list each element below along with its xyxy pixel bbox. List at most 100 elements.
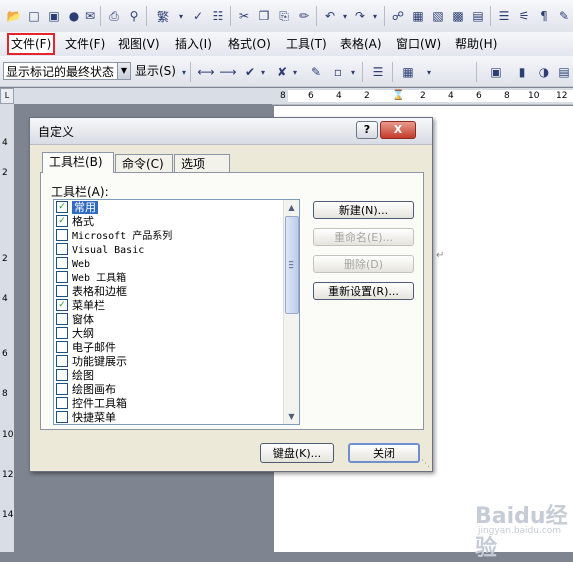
- delete-toolbar-button[interactable]: 删除(D): [313, 255, 414, 273]
- reviewing-pane-icon[interactable]: ▦: [398, 62, 418, 82]
- open-folder-icon[interactable]: 📂: [4, 6, 24, 26]
- toolbar-list-item[interactable]: 控件工具箱: [56, 397, 283, 411]
- color-icon[interactable]: ◑: [534, 62, 554, 82]
- toolbar-list-item[interactable]: 绘图: [56, 369, 283, 383]
- show-button[interactable]: 显示(S): [135, 62, 176, 80]
- copy-icon[interactable]: ❐: [254, 6, 274, 26]
- listbox-scrollbar[interactable]: ▲ ━ ━ ━ ▼: [283, 200, 299, 424]
- tab-toolbars[interactable]: 工具栏(B): [42, 152, 114, 173]
- new-toolbar-button[interactable]: 新建(N)...: [313, 201, 414, 219]
- rename-toolbar-button[interactable]: 重命名(E)...: [313, 228, 414, 246]
- dialog-close-button[interactable]: 关闭: [348, 443, 420, 463]
- vertical-ruler[interactable]: 4 2 2 4 6 8 10 12 14: [0, 104, 15, 552]
- menu-table[interactable]: 表格(A): [340, 35, 382, 53]
- show-hide-icon[interactable]: ¶: [534, 6, 554, 26]
- tab-commands[interactable]: 命令(C): [115, 154, 173, 172]
- drawing-icon[interactable]: ☰: [494, 6, 514, 26]
- dialog-titlebar[interactable]: 自定义 ? X: [30, 118, 432, 145]
- reset-toolbar-button[interactable]: 重新设置(R)...: [313, 282, 414, 300]
- cut-icon[interactable]: ✂: [234, 6, 254, 26]
- resize-grip-icon[interactable]: ⋱: [421, 459, 430, 469]
- close-button[interactable]: X: [380, 121, 416, 139]
- checkbox-icon[interactable]: [56, 355, 68, 367]
- checkbox-checked-icon[interactable]: ✓: [56, 299, 68, 311]
- accept-change-icon[interactable]: ✔: [240, 62, 260, 82]
- highlight-icon[interactable]: ▫: [328, 62, 348, 82]
- insert-comment-icon[interactable]: ✎: [306, 62, 326, 82]
- checkbox-icon[interactable]: [56, 257, 68, 269]
- keyboard-button[interactable]: 键盘(K)...: [260, 443, 334, 463]
- tables-and-borders-icon[interactable]: ▦: [408, 6, 428, 26]
- checkbox-checked-icon[interactable]: ✓: [56, 215, 68, 227]
- toolbar-options-icon[interactable]: ▾: [424, 62, 434, 82]
- scroll-down-icon[interactable]: ▼: [284, 409, 299, 424]
- insert-excel-icon[interactable]: ▩: [448, 6, 468, 26]
- reject-change-icon[interactable]: ✘: [272, 62, 292, 82]
- markup-display-combo[interactable]: 显示标记的最终状态 ▼: [3, 62, 131, 80]
- menu-help[interactable]: 帮助(H): [455, 35, 497, 53]
- menu-view[interactable]: 视图(V): [118, 35, 160, 53]
- checkbox-icon[interactable]: [56, 285, 68, 297]
- new-document-icon[interactable]: □: [24, 6, 44, 26]
- checkbox-icon[interactable]: [56, 327, 68, 339]
- chevron-down-icon[interactable]: ▾: [290, 62, 300, 82]
- chevron-down-icon[interactable]: ▾: [348, 62, 358, 82]
- toolbar-list-item[interactable]: Web 工具箱: [56, 271, 283, 285]
- frames-icon[interactable]: ▮: [512, 62, 532, 82]
- checkbox-icon[interactable]: [56, 369, 68, 381]
- columns-icon[interactable]: ▤: [468, 6, 488, 26]
- checkbox-icon[interactable]: [56, 341, 68, 353]
- toolbars-listbox[interactable]: ✓ 常用 ✓ 格式 Microsoft 产品系列 Visual Basic Web Web 工…: [53, 199, 300, 425]
- checkbox-icon[interactable]: [56, 243, 68, 255]
- scrollbar-thumb[interactable]: ━ ━ ━: [285, 216, 299, 314]
- toolbar-list-item[interactable]: 表格和边框: [56, 285, 283, 299]
- chevron-down-icon[interactable]: ▼: [117, 63, 130, 79]
- toolbar-list-item[interactable]: ✓ 格式: [56, 215, 283, 229]
- indent-marker-icon[interactable]: ⌛: [392, 90, 404, 102]
- paste-icon[interactable]: ⎘: [274, 6, 294, 26]
- menu-format[interactable]: 格式(O): [228, 35, 271, 53]
- menu-file-highlighted[interactable]: 文件(F): [6, 33, 56, 55]
- next-change-icon[interactable]: ⟶: [218, 62, 238, 82]
- previous-change-icon[interactable]: ⟷: [196, 62, 216, 82]
- picture-icon[interactable]: ▣: [486, 62, 506, 82]
- toolbar-list-item[interactable]: 窗体: [56, 313, 283, 327]
- chevron-down-icon[interactable]: ▾: [179, 62, 189, 82]
- document-map-icon[interactable]: ⚟: [514, 6, 534, 26]
- insert-table-icon[interactable]: ▧: [428, 6, 448, 26]
- chevron-down-icon[interactable]: ▾: [258, 62, 268, 82]
- print-icon[interactable]: ⎙: [104, 6, 124, 26]
- menu-window[interactable]: 窗口(W): [396, 35, 441, 53]
- read-icon[interactable]: ✎: [554, 6, 573, 26]
- checkbox-icon[interactable]: [56, 411, 68, 423]
- scroll-up-icon[interactable]: ▲: [284, 200, 299, 215]
- toolbar-list-item[interactable]: ✓ 菜单栏: [56, 299, 283, 313]
- email-icon[interactable]: ✉: [80, 6, 100, 26]
- chevron-down-icon[interactable]: ▾: [370, 6, 380, 26]
- toolbar-list-item[interactable]: Web: [56, 257, 283, 271]
- tab-options[interactable]: 选项(O): [174, 154, 230, 189]
- checkbox-icon[interactable]: [56, 313, 68, 325]
- tab-selector-icon[interactable]: L: [0, 88, 14, 104]
- format-painter-icon[interactable]: ✏: [294, 6, 314, 26]
- research-icon[interactable]: ☷: [208, 6, 228, 26]
- checkbox-checked-icon[interactable]: ✓: [56, 201, 68, 213]
- menu-tools[interactable]: 工具(T): [286, 35, 327, 53]
- checkbox-icon[interactable]: [56, 397, 68, 409]
- undo-icon[interactable]: ↶: [320, 6, 340, 26]
- layout-icon[interactable]: ▤: [554, 62, 573, 82]
- track-changes-icon[interactable]: ☰: [368, 62, 388, 82]
- help-button[interactable]: ?: [356, 121, 378, 139]
- checkbox-icon[interactable]: [56, 271, 68, 283]
- chevron-down-icon[interactable]: ▾: [176, 6, 186, 26]
- toolbar-list-item[interactable]: Microsoft 产品系列: [56, 229, 283, 243]
- horizontal-ruler[interactable]: 8 6 4 2 ⌛ 2 4 6 8 10 12: [14, 88, 573, 105]
- hyperlink-icon[interactable]: ☍: [388, 6, 408, 26]
- toolbar-list-item[interactable]: Visual Basic: [56, 243, 283, 257]
- traditional-chinese-icon[interactable]: 繁: [150, 6, 176, 26]
- chevron-down-icon[interactable]: ▾: [340, 6, 350, 26]
- toolbar-list-item[interactable]: 功能键展示: [56, 355, 283, 369]
- toolbar-list-item[interactable]: 绘图画布: [56, 383, 283, 397]
- toolbar-list-item[interactable]: 大纲: [56, 327, 283, 341]
- menu-file[interactable]: 文件(F): [65, 35, 105, 53]
